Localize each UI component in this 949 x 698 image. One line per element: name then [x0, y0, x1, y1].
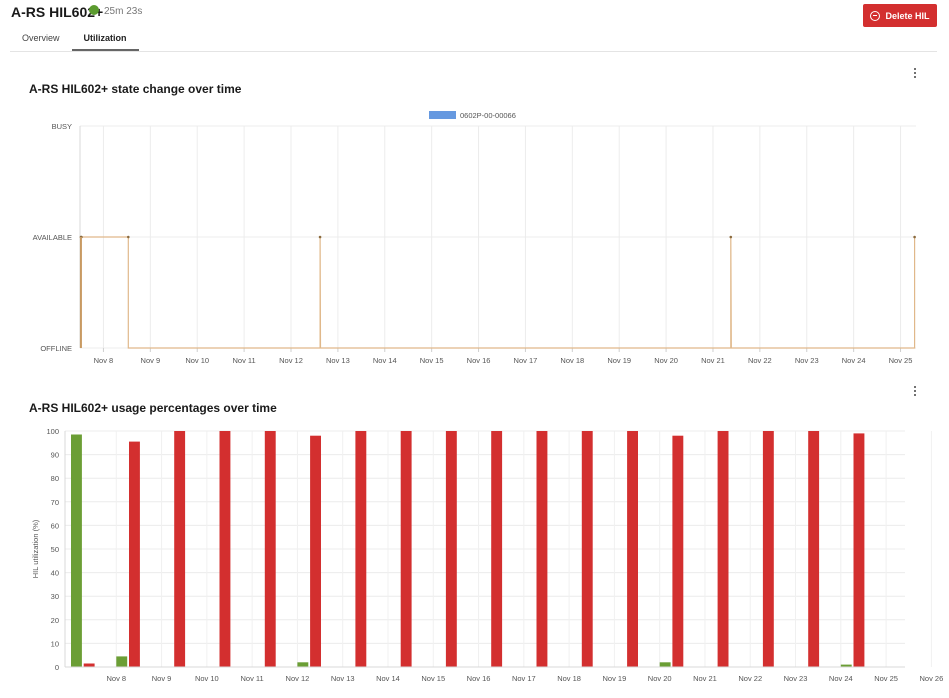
state-chart-title: A-RS HIL602+ state change over time	[29, 82, 242, 96]
state-point	[729, 235, 733, 239]
state-point	[318, 235, 322, 239]
usage-y-tick-label: 0	[55, 663, 59, 672]
usage-y-tick-label: 10	[51, 639, 59, 648]
usage-bar-red	[219, 431, 231, 667]
usage-x-tick-label: Nov 23	[784, 674, 808, 683]
state-x-tick-label: Nov 16	[467, 356, 491, 365]
usage-x-tick-label: Nov 9	[152, 674, 172, 683]
usage-bar-red	[853, 433, 865, 667]
state-legend-swatch	[429, 111, 456, 119]
usage-x-tick-label: Nov 24	[829, 674, 853, 683]
state-y-tick-label: BUSY	[52, 122, 72, 131]
uptime-label: 25m 23s	[104, 6, 143, 17]
state-y-tick-label: AVAILABLE	[33, 233, 72, 242]
usage-x-tick-label: Nov 22	[738, 674, 762, 683]
usage-bar-red	[355, 431, 367, 667]
usage-x-tick-label: Nov 10	[195, 674, 219, 683]
usage-y-tick-label: 30	[51, 592, 59, 601]
usage-x-tick-label: Nov 8	[106, 674, 126, 683]
usage-bar-red	[264, 431, 276, 667]
usage-bar-green	[71, 434, 82, 667]
delete-hil-button[interactable]: Delete HIL	[863, 4, 937, 27]
state-x-tick-label: Nov 12	[279, 356, 303, 365]
usage-y-tick-label: 20	[51, 616, 59, 625]
usage-y-tick-label: 40	[51, 569, 59, 578]
usage-x-tick-label: Nov 21	[693, 674, 717, 683]
minus-circle-icon	[870, 10, 881, 21]
usage-y-tick-label: 50	[51, 545, 59, 554]
state-point	[913, 235, 916, 239]
usage-bar-red	[400, 431, 412, 667]
usage-x-tick-label: Nov 11	[241, 674, 264, 683]
usage-bar-red	[491, 431, 503, 667]
usage-y-tick-label: 70	[51, 498, 59, 507]
state-x-tick-label: Nov 21	[701, 356, 725, 365]
usage-bar-red	[672, 435, 684, 667]
usage-x-tick-label: Nov 25	[874, 674, 898, 683]
usage-chart-menu-icon[interactable]	[910, 386, 920, 398]
usage-bar-red	[445, 431, 457, 667]
usage-bar-red	[762, 431, 774, 667]
state-legend-label: 0602P-00-00066	[460, 111, 516, 120]
usage-x-tick-label: Nov 12	[286, 674, 310, 683]
state-series-line	[80, 236, 916, 349]
usage-bar-red	[808, 431, 820, 667]
usage-x-tick-label: Nov 17	[512, 674, 536, 683]
delete-hil-label: Delete HIL	[885, 10, 930, 21]
usage-y-axis-label: HIL utilization (%)	[31, 519, 40, 578]
state-x-tick-label: Nov 14	[373, 356, 397, 365]
usage-x-tick-label: Nov 16	[467, 674, 491, 683]
usage-x-tick-label: Nov 15	[421, 674, 445, 683]
tabs-divider	[10, 51, 937, 52]
usage-bar-red	[129, 441, 140, 667]
usage-x-tick-label: Nov 18	[557, 674, 581, 683]
usage-chart: 0 10 20 30 40 50 60 70 80 90 100 HIL utilization (%…	[31, 427, 943, 683]
state-chart-menu-icon[interactable]	[910, 68, 920, 80]
usage-bar-green	[116, 656, 128, 667]
tab-bar: Overview Utilization	[10, 28, 139, 52]
usage-bar-green	[297, 662, 309, 667]
usage-x-tick-label: Nov 19	[603, 674, 627, 683]
usage-x-tick-label: Nov 26	[919, 674, 943, 683]
state-x-tick-label: Nov 19	[607, 356, 631, 365]
state-x-tick-label: Nov 13	[326, 356, 350, 365]
usage-bar-red	[174, 431, 186, 667]
state-y-tick-label: OFFLINE	[40, 344, 72, 353]
state-x-tick-label: Nov 8	[94, 356, 114, 365]
state-x-tick-label: Nov 20	[654, 356, 678, 365]
usage-bar-red	[627, 431, 638, 667]
state-x-tick-label: Nov 17	[514, 356, 538, 365]
state-x-tick-label: Nov 9	[141, 356, 161, 365]
usage-x-tick-label: Nov 13	[331, 674, 355, 683]
state-x-tick-label: Nov 25	[889, 356, 913, 365]
tab-overview[interactable]: Overview	[10, 28, 72, 51]
state-x-tick-label: Nov 11	[232, 356, 255, 365]
usage-y-tick-label: 80	[51, 474, 59, 483]
state-x-tick-label: Nov 22	[748, 356, 772, 365]
usage-chart-title: A-RS HIL602+ usage percentages over time	[29, 401, 277, 415]
usage-y-tick-label: 90	[51, 451, 59, 460]
state-x-tick-label: Nov 15	[420, 356, 444, 365]
usage-x-tick-label: Nov 20	[648, 674, 672, 683]
tab-utilization[interactable]: Utilization	[71, 28, 139, 51]
usage-y-tick-label: 100	[46, 427, 59, 436]
usage-bar-red	[717, 431, 729, 667]
usage-bar-red	[536, 431, 548, 667]
usage-bar-red	[581, 431, 593, 667]
state-chart: OFFLINE AVAILABLE BUSY Nov 8 Nov 9 Nov 10 Nov …	[33, 111, 916, 365]
state-point	[126, 235, 130, 239]
usage-y-tick-label: 60	[51, 521, 59, 530]
state-x-tick-label: Nov 24	[842, 356, 866, 365]
state-x-tick-label: Nov 23	[795, 356, 819, 365]
usage-x-tick-label: Nov 14	[376, 674, 400, 683]
page-header: A-RS HIL602+ 25m 23s Delete HIL	[0, 0, 949, 28]
status-dot	[89, 5, 99, 15]
state-x-tick-label: Nov 18	[560, 356, 584, 365]
usage-bar-red	[310, 435, 321, 667]
state-x-tick-label: Nov 10	[185, 356, 209, 365]
usage-bar-red	[83, 663, 95, 667]
usage-bar-green	[659, 662, 671, 667]
